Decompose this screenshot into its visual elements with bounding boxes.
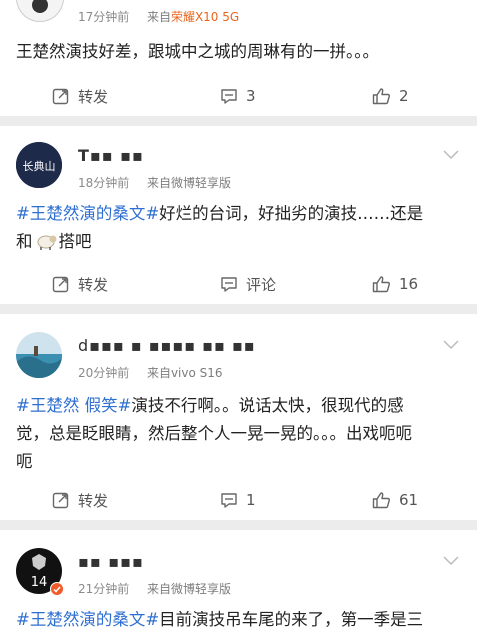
repost-label: 转发 [78,491,109,510]
post-meta: 21分钟前 来自微博轻享版 [78,580,231,597]
like-button[interactable]: 61 [372,480,418,520]
chevron-down-icon[interactable] [443,150,459,160]
like-count: 2 [399,87,409,105]
post-card[interactable]: 14 ▪▪ ▪▪▪ 21分钟前 来自微博轻享版 #王楚然演的桑文#目前演技吊车尾… [0,530,477,640]
post-time: 17分钟前 [78,10,130,24]
repost-icon [52,276,69,293]
post-text-body: 王楚然演技好差，跟城中之城的周琳有的一拼。。。 [16,42,379,61]
avatar[interactable] [16,0,64,22]
like-button[interactable]: 2 [372,76,409,116]
username[interactable]: d▪▪▪ ▪ ▪▪▪▪ ▪▪ ▪▪ [78,336,256,355]
post-actions: 转发 3 2 [0,76,477,116]
post-text: 王楚然演技好差，跟城中之城的周琳有的一拼。。。 [16,38,466,66]
post-actions: 转发 1 61 [0,480,477,520]
post-meta: 17分钟前 来自荣耀X10 5G [78,8,239,25]
comment-icon [221,89,237,104]
weibo-comment-feed: 17分钟前 来自荣耀X10 5G 王楚然演技好差，跟城中之城的周琳有的一拼。。。… [0,0,477,640]
comment-button[interactable]: 评论 [220,264,276,304]
post-text-line2-pre: 和 [16,232,33,251]
post-source[interactable]: 来自微博轻享版 [147,582,231,596]
verified-badge-icon [50,582,64,596]
post-text: #王楚然演的桑文#目前演技吊车尾的来了，第一季是三 [16,606,466,634]
post-actions: 转发 评论 16 [0,264,477,304]
avatar[interactable] [16,332,62,378]
post-source[interactable]: 来自微博轻享版 [147,176,231,190]
post-meta: 18分钟前 来自微博轻享版 [78,174,231,191]
username[interactable]: ▪▪ ▪▪▪ [78,552,144,571]
repost-icon [52,88,69,105]
post-text-body: 演技不行啊。。说话太快，很现代的感 [131,396,404,415]
like-icon [372,88,390,105]
hashtag-link[interactable]: #王楚然 [16,396,79,415]
post-source[interactable]: 来自vivo S16 [147,366,223,380]
like-icon [372,492,390,509]
like-count: 16 [399,275,419,293]
post-text: #王楚然演的桑文#好烂的台词，好拙劣的演技……还是 和 搭吧 [16,200,466,260]
hashtag-link[interactable]: #王楚然演的桑文# [16,204,159,223]
comment-count: 3 [246,87,256,105]
comment-icon [221,277,237,292]
post-text-line2-post: 搭吧 [58,232,92,251]
avatar[interactable]: 长典山 [16,142,62,188]
post-source-prefix: 来自 [146,10,171,24]
post-time: 21分钟前 [78,582,130,596]
post-text-line3: 呃 [16,452,33,471]
repost-button[interactable]: 转发 [52,264,108,304]
chevron-down-icon[interactable] [443,340,459,350]
post-card[interactable]: 17分钟前 来自荣耀X10 5G 王楚然演技好差，跟城中之城的周琳有的一拼。。。… [0,0,477,116]
post-card[interactable]: 长典山 T▪▪ ▪▪ 18分钟前 来自微博轻享版 #王楚然演的桑文#好烂的台词，… [0,126,477,304]
like-button[interactable]: 16 [372,264,418,304]
post-time: 18分钟前 [78,176,130,190]
like-count: 61 [399,491,419,509]
like-icon [372,276,390,293]
post-time: 20分钟前 [78,366,130,380]
post-text-body: 目前演技吊车尾的来了，第一季是三 [159,610,424,629]
sheep-emoji-icon [35,231,57,260]
hashtag-link[interactable]: #王楚然演的桑文# [16,610,159,629]
post-text: #王楚然 假笑#演技不行啊。。说话太快，很现代的感 觉，总是眨眼睛，然后整个人一… [16,392,466,476]
username[interactable]: T▪▪ ▪▪ [78,146,144,165]
chevron-down-icon[interactable] [443,556,459,566]
comment-button[interactable]: 1 [220,480,256,520]
post-meta: 20分钟前 来自vivo S16 [78,364,223,381]
avatar-logo-text: 长典山 [23,159,56,173]
repost-icon [52,492,69,509]
post-card[interactable]: d▪▪▪ ▪ ▪▪▪▪ ▪▪ ▪▪ 20分钟前 来自vivo S16 #王楚然 … [0,314,477,520]
avatar-number: 14 [31,575,48,590]
repost-button[interactable]: 转发 [52,76,108,116]
comment-label: 评论 [246,275,277,294]
hashtag-link[interactable]: 假笑# [85,396,132,415]
post-text-body: 好烂的台词，好拙劣的演技……还是 [159,204,424,223]
repost-label: 转发 [78,87,109,106]
repost-label: 转发 [78,275,109,294]
comment-count: 1 [246,491,256,509]
comment-icon [221,493,237,508]
post-source[interactable]: 荣耀X10 5G [171,10,239,24]
post-text-line2: 觉，总是眨眼睛，然后整个人一晃一晃的。。。出戏呃呃 [16,424,412,443]
repost-button[interactable]: 转发 [52,480,108,520]
comment-button[interactable]: 3 [220,76,256,116]
